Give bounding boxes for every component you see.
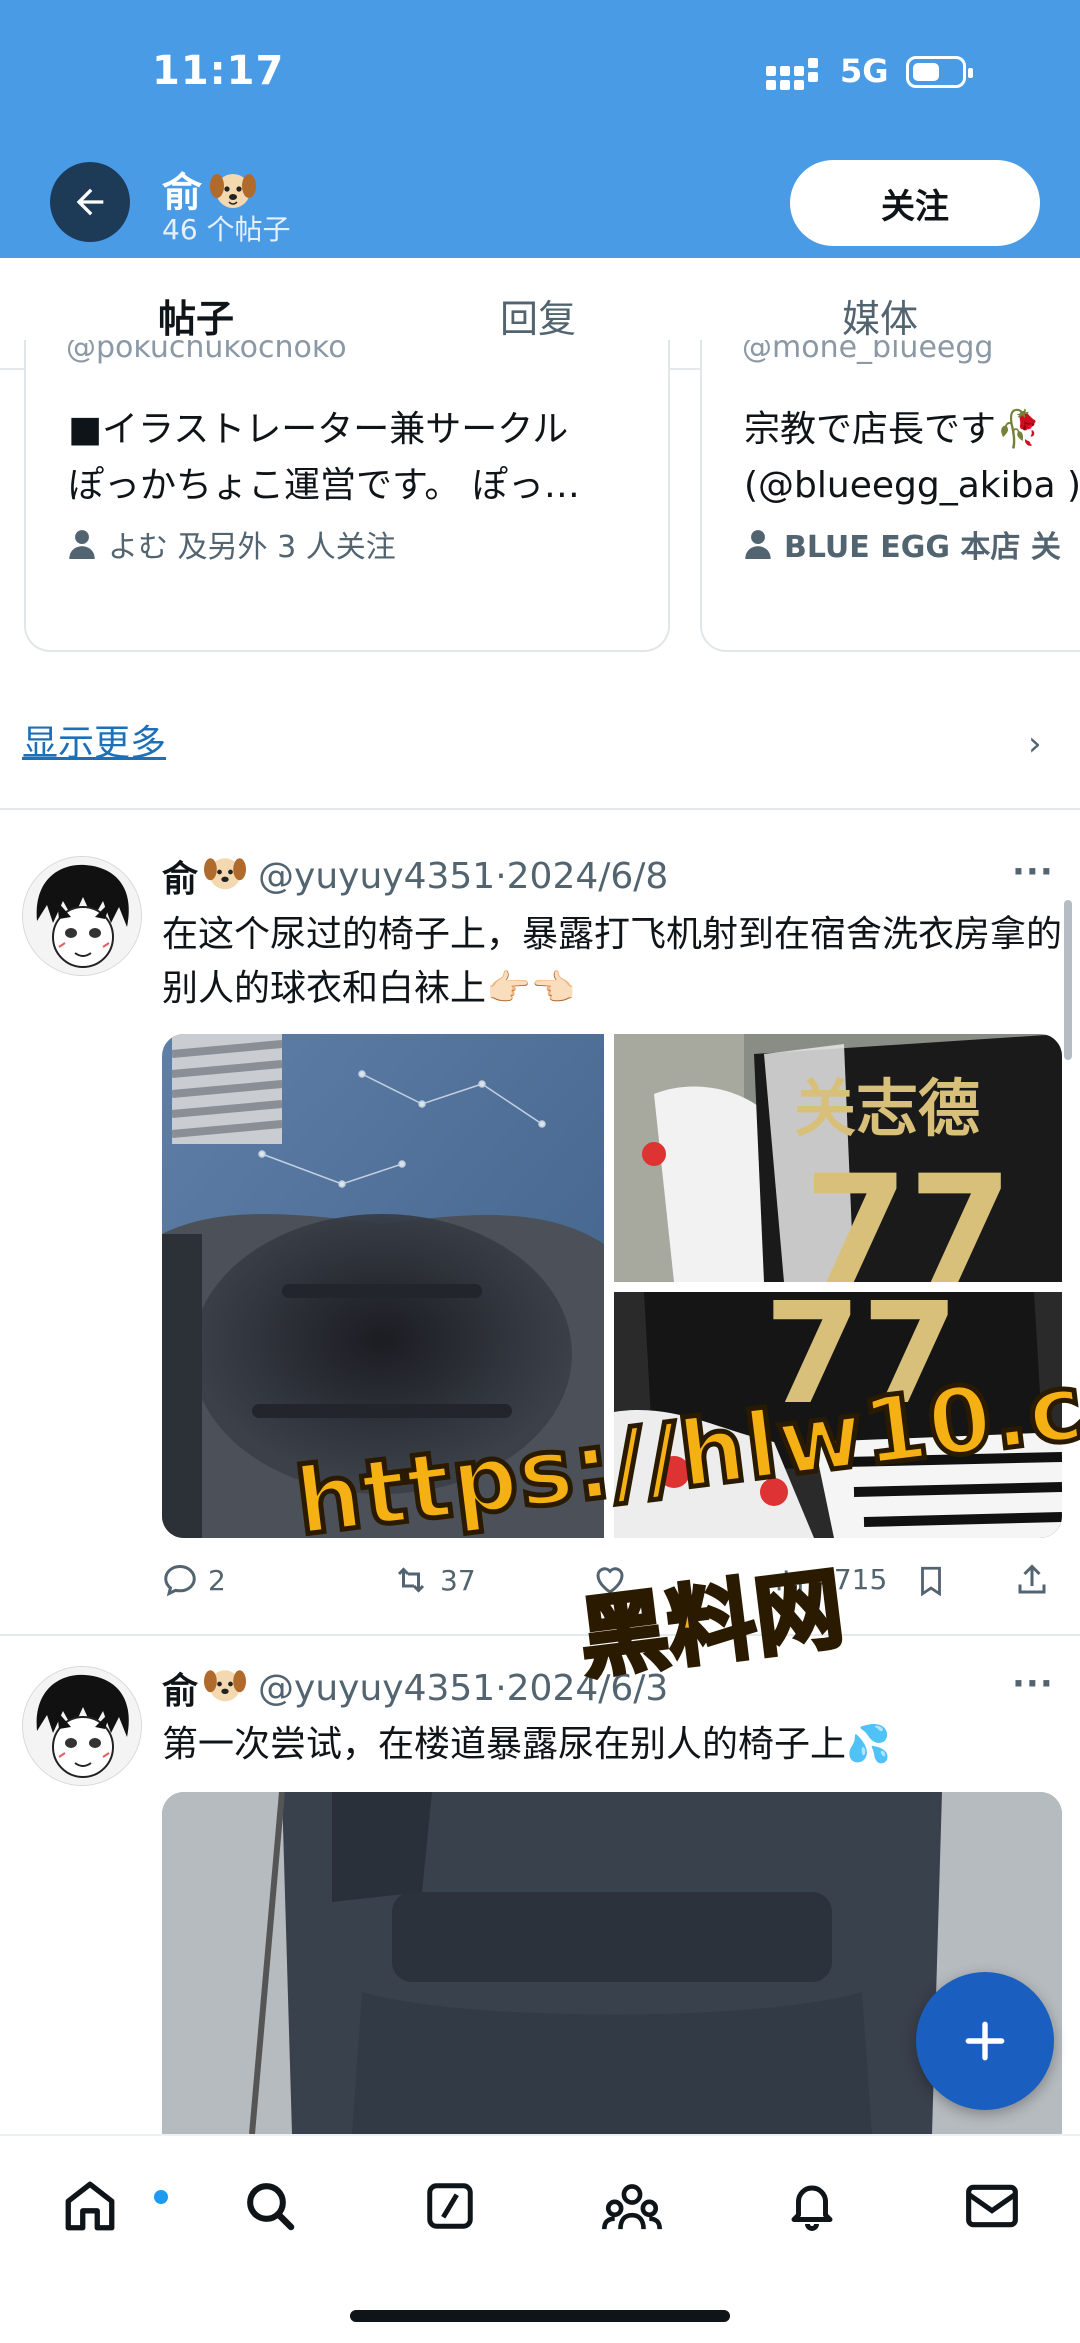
mail-icon [966,2184,1018,2228]
suggestion-bio: 宗教で店長です🥀 (@blueegg_akiba ) [744,402,1080,514]
profile-header: 11:17 5G 俞 46 个帖子 关注 [0,0,1080,258]
dog-emoji-icon [202,851,248,902]
more-options-icon[interactable]: ··· [1012,852,1054,892]
plus-icon [965,2021,1005,2061]
dog-emoji-icon [208,166,258,212]
chevron-right-icon[interactable]: › [1028,724,1042,764]
network-label: 5G [840,52,889,90]
suggestion-bio-line: (@blueegg_akiba ) [744,465,1080,506]
person-icon [745,530,771,559]
scrollbar[interactable] [1064,900,1072,1060]
share-icon [1018,1564,1046,1594]
followed-by-text: BLUE EGG 本店 关 [784,530,1061,565]
jersey-number: 77 [804,1144,1013,1282]
tab-media[interactable]: 媒体 [842,288,918,343]
tweet-text: 在这个尿过的椅子上，暴露打飞机射到在宿舍洗衣房拿的别人的球衣和白袜上👉🏻👈🏻 [162,914,1063,1009]
followed-by: BLUE EGG 本店 关 [744,522,1061,566]
nav-home[interactable] [50,2166,168,2246]
suggestion-bio: ■イラストレーター兼サークル ぽっかちょこ運営です。 ぽっ… [68,402,668,514]
followed-by-text: よむ 及另外 3 人关注 [108,530,396,565]
follow-button[interactable]: 关注 [790,160,1040,246]
divider [0,1634,1080,1636]
nav-notifications[interactable] [772,2166,852,2246]
tweet-author-name[interactable]: 俞 [162,1662,198,1714]
avatar[interactable] [22,856,142,976]
person-icon [69,530,95,559]
suggestion-handle: @pokuchukochoko [66,340,347,365]
more-options-icon[interactable]: ··· [1012,1664,1054,1704]
suggestion-bio-line: 宗教で店長です🥀 [744,409,1041,450]
suggestion-card[interactable]: @mone_blueegg 宗教で店長です🥀 (@blueegg_akiba )… [700,340,1080,652]
reply-button[interactable]: 2 [162,1562,226,1598]
communities-icon [602,2184,662,2230]
tweet-handle[interactable]: @yuyuy4351 [258,856,495,897]
dog-emoji-icon [202,1663,248,1714]
post-count: 46 个帖子 [162,213,291,246]
tweet-text: 第一次尝试，在楼道暴露尿在别人的椅子上💦 [162,1724,891,1765]
bookmark-icon [921,1566,941,1597]
divider [0,808,1080,810]
followed-by: よむ 及另外 3 人关注 [68,522,396,566]
signal-icon [766,58,822,90]
suggestion-card[interactable]: @pokuchukochoko ■イラストレーター兼サークル ぽっかちょこ運営で… [24,340,670,652]
retweet-icon [397,1567,425,1593]
share-button[interactable] [1014,1562,1050,1598]
tweet-date[interactable]: ·2024/6/8 [495,856,668,897]
suggestion-bio-line: ■イラストレーター兼サークル [68,409,569,450]
retweet-button[interactable]: 37 [392,1562,476,1598]
back-button[interactable] [50,162,130,242]
compose-button[interactable] [916,1972,1054,2110]
tab-replies[interactable]: 回复 [500,288,576,343]
reply-icon [164,1564,196,1597]
nav-search[interactable] [230,2166,310,2246]
home-icon [65,2181,115,2231]
show-more-link[interactable]: 显示更多 [22,714,166,766]
arrow-left-icon [76,188,104,216]
bookmark-button[interactable] [914,1562,948,1600]
retweet-count: 37 [440,1563,476,1597]
tweet-media-image[interactable]: 关志德 77 [614,1034,1062,1282]
jersey-text: 关志德 [794,1072,980,1145]
status-time: 11:17 [152,48,285,94]
suggestion-handle: @mone_blueegg [742,340,994,365]
avatar[interactable] [22,1666,142,1786]
grok-icon [427,2183,473,2229]
nav-messages[interactable] [952,2166,1032,2246]
notification-dot [154,2190,168,2204]
search-icon [247,2183,295,2231]
battery-icon [906,56,973,88]
suggestion-bio-line: ぽっかちょこ運営です。 ぽっ… [68,465,580,506]
tab-posts[interactable]: 帖子 [158,288,234,343]
reply-count: 2 [208,1563,226,1597]
tweet-header: 俞 @yuyuy4351 ·2024/6/8 [162,850,668,902]
home-indicator[interactable] [350,2310,730,2322]
tweet-handle[interactable]: @yuyuy4351 [258,1668,495,1709]
bell-icon [791,2185,833,2231]
tweet-author-name[interactable]: 俞 [162,850,198,902]
nav-communities[interactable] [592,2166,672,2246]
nav-grok[interactable] [410,2166,490,2246]
tweet-media-image[interactable] [162,1792,1062,2134]
